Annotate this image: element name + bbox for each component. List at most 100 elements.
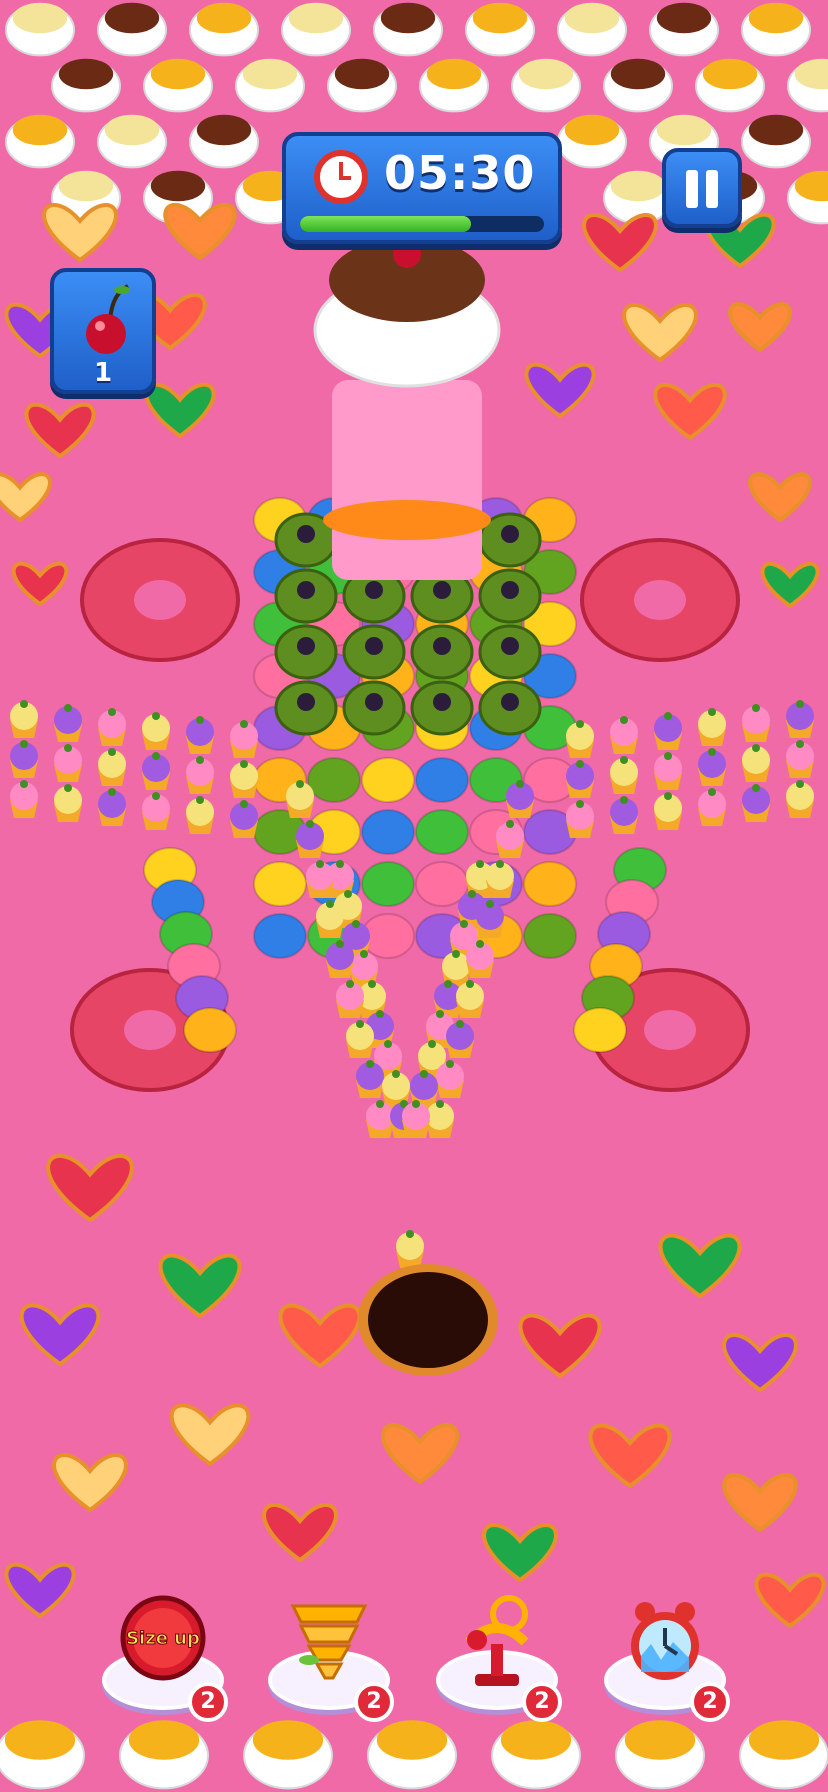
cupcake-topping	[306, 820, 314, 828]
berry	[365, 637, 383, 655]
pudding-filling	[656, 2, 712, 34]
macaron	[523, 913, 577, 959]
pudding-filling	[748, 2, 804, 34]
cupcake-topping	[412, 1100, 420, 1108]
heart-cookie	[158, 1253, 242, 1319]
cupcake-topping	[752, 744, 760, 752]
pause-button[interactable]	[662, 148, 742, 228]
cupcake-topping	[152, 752, 160, 760]
cupcake-topping	[240, 720, 248, 728]
pudding-filling	[128, 1720, 200, 1760]
berry	[365, 693, 383, 711]
cupcake-topping	[466, 980, 474, 988]
donut-hole	[644, 1010, 696, 1050]
macaron	[253, 861, 307, 907]
goal-panel: 1	[50, 268, 156, 394]
macaron	[361, 861, 415, 907]
cupcake-topping	[576, 760, 584, 768]
heart-cookie	[760, 561, 820, 609]
pudding-filling	[104, 2, 160, 34]
pudding-filling	[252, 1720, 324, 1760]
cupcake-topping	[796, 780, 804, 788]
cupcake-topping	[64, 744, 72, 752]
booster-freeze-time[interactable]: 2	[600, 1592, 730, 1722]
pudding-filling	[58, 58, 114, 90]
cupcake-topping	[496, 860, 504, 868]
berry	[297, 637, 315, 655]
cupcake-topping	[796, 700, 804, 708]
cupcake-topping	[444, 980, 452, 988]
booster-size-up-label: Size up	[126, 1628, 200, 1649]
pause-icon	[686, 170, 698, 208]
cupcake-topping	[20, 740, 28, 748]
heart-cookie	[4, 1562, 76, 1619]
heart-cookie	[754, 1572, 826, 1629]
booster-size-up[interactable]: Size up 2	[98, 1592, 228, 1722]
hole	[368, 1272, 488, 1368]
cupcake-topping	[752, 784, 760, 792]
cupcake-topping	[20, 700, 28, 708]
macaron	[415, 809, 469, 855]
donut-hole	[124, 1010, 176, 1050]
pudding-filling	[702, 58, 758, 90]
cupcake-topping	[376, 1010, 384, 1018]
cupcake-topping	[516, 780, 524, 788]
pudding-filling	[610, 170, 666, 202]
cupcake-topping	[196, 716, 204, 724]
pudding-filling	[610, 58, 666, 90]
berry	[501, 693, 519, 711]
macaron	[253, 913, 307, 959]
cupcake-topping	[576, 800, 584, 808]
berry	[297, 525, 315, 543]
booster-count-badge: 2	[522, 1682, 562, 1722]
cupcake-topping	[420, 1070, 428, 1078]
cupcake-topping	[664, 752, 672, 760]
cupcake-topping	[620, 796, 628, 804]
cupcake-topping	[708, 708, 716, 716]
berry	[433, 581, 451, 599]
pudding-filling	[376, 1720, 448, 1760]
alarm-clock-icon	[314, 150, 368, 204]
cupcake-topping	[708, 748, 716, 756]
cupcake-topping	[664, 712, 672, 720]
heart-cookie	[524, 362, 596, 419]
cupcake-topping	[428, 1040, 436, 1048]
booster-magnet[interactable]: 2	[432, 1592, 562, 1722]
heart-cookie	[728, 302, 792, 353]
pudding-filling	[242, 58, 298, 90]
heart-cookie	[482, 1523, 558, 1583]
cupcake-topping	[446, 1060, 454, 1068]
cupcake-topping	[392, 1070, 400, 1078]
cupcake-topping	[240, 760, 248, 768]
pudding-filling	[150, 58, 206, 90]
berry	[501, 637, 519, 655]
pudding-filling	[748, 1720, 820, 1760]
heart-cookie	[11, 561, 69, 607]
pause-icon-bar	[706, 170, 718, 208]
heart-cookie	[658, 1233, 742, 1299]
pudding-filling	[472, 2, 528, 34]
cupcake-topping	[152, 792, 160, 800]
cupcake-topping	[356, 1020, 364, 1028]
cupcake-topping	[240, 800, 248, 808]
pudding-filling	[500, 1720, 572, 1760]
cupcake-topping	[336, 940, 344, 948]
heart-cookie	[144, 382, 216, 439]
cupcake-topping	[620, 716, 628, 724]
heart-cookie	[262, 1503, 338, 1563]
booster-tornado[interactable]: 2	[264, 1592, 394, 1722]
heart-cookie	[19, 1303, 101, 1367]
pudding-filling	[564, 2, 620, 34]
berry	[433, 637, 451, 655]
booster-count-badge: 2	[690, 1682, 730, 1722]
heart-cookie	[748, 472, 812, 523]
cake-ring	[323, 500, 491, 540]
cupcake-topping	[708, 788, 716, 796]
cupcake-topping	[64, 704, 72, 712]
cupcake-topping	[486, 900, 494, 908]
pudding-filling	[288, 2, 344, 34]
pudding-filling	[334, 58, 390, 90]
cupcake-topping	[352, 920, 360, 928]
cupcake-topping	[20, 780, 28, 788]
booster-count-badge: 2	[188, 1682, 228, 1722]
